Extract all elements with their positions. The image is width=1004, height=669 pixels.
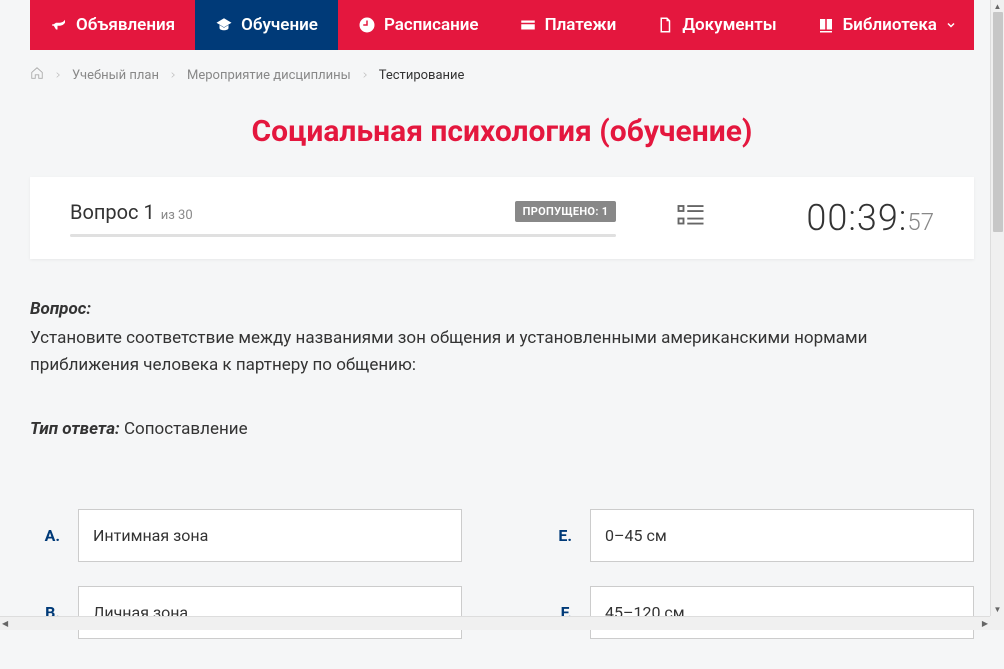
nav-label: Платежи: [545, 15, 617, 35]
nav-payments[interactable]: Платежи: [499, 0, 637, 50]
nav-label: Документы: [682, 15, 776, 35]
scroll-corner: [990, 616, 1004, 630]
match-option-f[interactable]: 45–120 см: [590, 586, 974, 639]
list-icon: [676, 201, 706, 231]
match-letter: A.: [30, 526, 60, 545]
scroll-up-arrow[interactable]: ▲: [994, 2, 1002, 11]
question-content: Вопрос: Установите соответствие между на…: [30, 259, 974, 639]
progress-bar: [70, 234, 616, 237]
match-option-e[interactable]: 0–45 см: [590, 509, 974, 562]
nav-label: Библиотека: [843, 15, 937, 35]
match-right-item: F. 45–120 см: [542, 586, 974, 639]
match-left-item: B. Личная зона: [30, 586, 462, 639]
answer-type-value: Сопоставление: [120, 419, 248, 439]
clock-icon: [358, 16, 376, 34]
breadcrumb-home[interactable]: [30, 66, 44, 84]
breadcrumb-link-plan[interactable]: Учебный план: [72, 68, 159, 83]
question-text: Установите соответствие между названиями…: [30, 325, 974, 379]
home-icon: [30, 66, 44, 80]
question-list-button[interactable]: [646, 201, 736, 235]
question-total: из 30: [161, 208, 193, 223]
scroll-left-arrow[interactable]: ◀: [2, 619, 8, 628]
nav-label: Объявления: [76, 15, 175, 35]
question-counter: Вопрос 1 из 30: [70, 200, 193, 224]
status-card: Вопрос 1 из 30 ПРОПУЩЕНО: 1 00:39:57: [30, 177, 974, 259]
question-number: Вопрос 1: [70, 200, 155, 224]
breadcrumb: Учебный план Мероприятие дисциплины Тест…: [30, 50, 974, 100]
chevron-right-icon: [361, 68, 369, 83]
answer-type-label: Тип ответа:: [30, 419, 120, 439]
match-left-item: A. Интимная зона: [30, 509, 462, 562]
scroll-right-arrow[interactable]: ▶: [982, 619, 988, 628]
horizontal-scrollbar[interactable]: ◀ ▶: [0, 616, 990, 630]
page-title: Социальная психология (обучение): [30, 114, 974, 149]
breadcrumb-current: Тестирование: [379, 68, 465, 83]
match-right-item: E. 0–45 см: [542, 509, 974, 562]
chevron-down-icon: [945, 19, 957, 31]
scroll-thumb[interactable]: [993, 12, 1003, 232]
match-option-a[interactable]: Интимная зона: [78, 509, 462, 562]
megaphone-icon: [50, 16, 68, 34]
vertical-scrollbar[interactable]: ▲ ▼: [990, 0, 1004, 616]
timer-main: 00:39:: [806, 197, 907, 239]
breadcrumb-link-event[interactable]: Мероприятие дисциплины: [187, 68, 351, 83]
book-icon: [817, 16, 835, 34]
nav-schedule[interactable]: Расписание: [338, 0, 499, 50]
chevron-right-icon: [54, 68, 62, 83]
nav-documents[interactable]: Документы: [636, 0, 796, 50]
nav-education[interactable]: Обучение: [195, 0, 338, 50]
chevron-right-icon: [169, 68, 177, 83]
skipped-badge: ПРОПУЩЕНО: 1: [515, 201, 617, 222]
top-nav: Объявления Обучение Расписание Платежи Д…: [30, 0, 974, 50]
graduation-icon: [215, 16, 233, 34]
timer-seconds: 57: [907, 208, 934, 236]
doc-icon: [656, 16, 674, 34]
nav-library[interactable]: Библиотека: [797, 0, 977, 50]
scroll-down-arrow[interactable]: ▼: [994, 605, 1002, 614]
question-label: Вопрос:: [30, 299, 91, 319]
card-icon: [519, 16, 537, 34]
nav-announcements[interactable]: Объявления: [30, 0, 195, 50]
timer: 00:39:57: [766, 197, 934, 239]
match-letter: E.: [542, 526, 572, 545]
nav-label: Обучение: [241, 15, 318, 35]
match-option-b[interactable]: Личная зона: [78, 586, 462, 639]
nav-label: Расписание: [384, 15, 479, 35]
